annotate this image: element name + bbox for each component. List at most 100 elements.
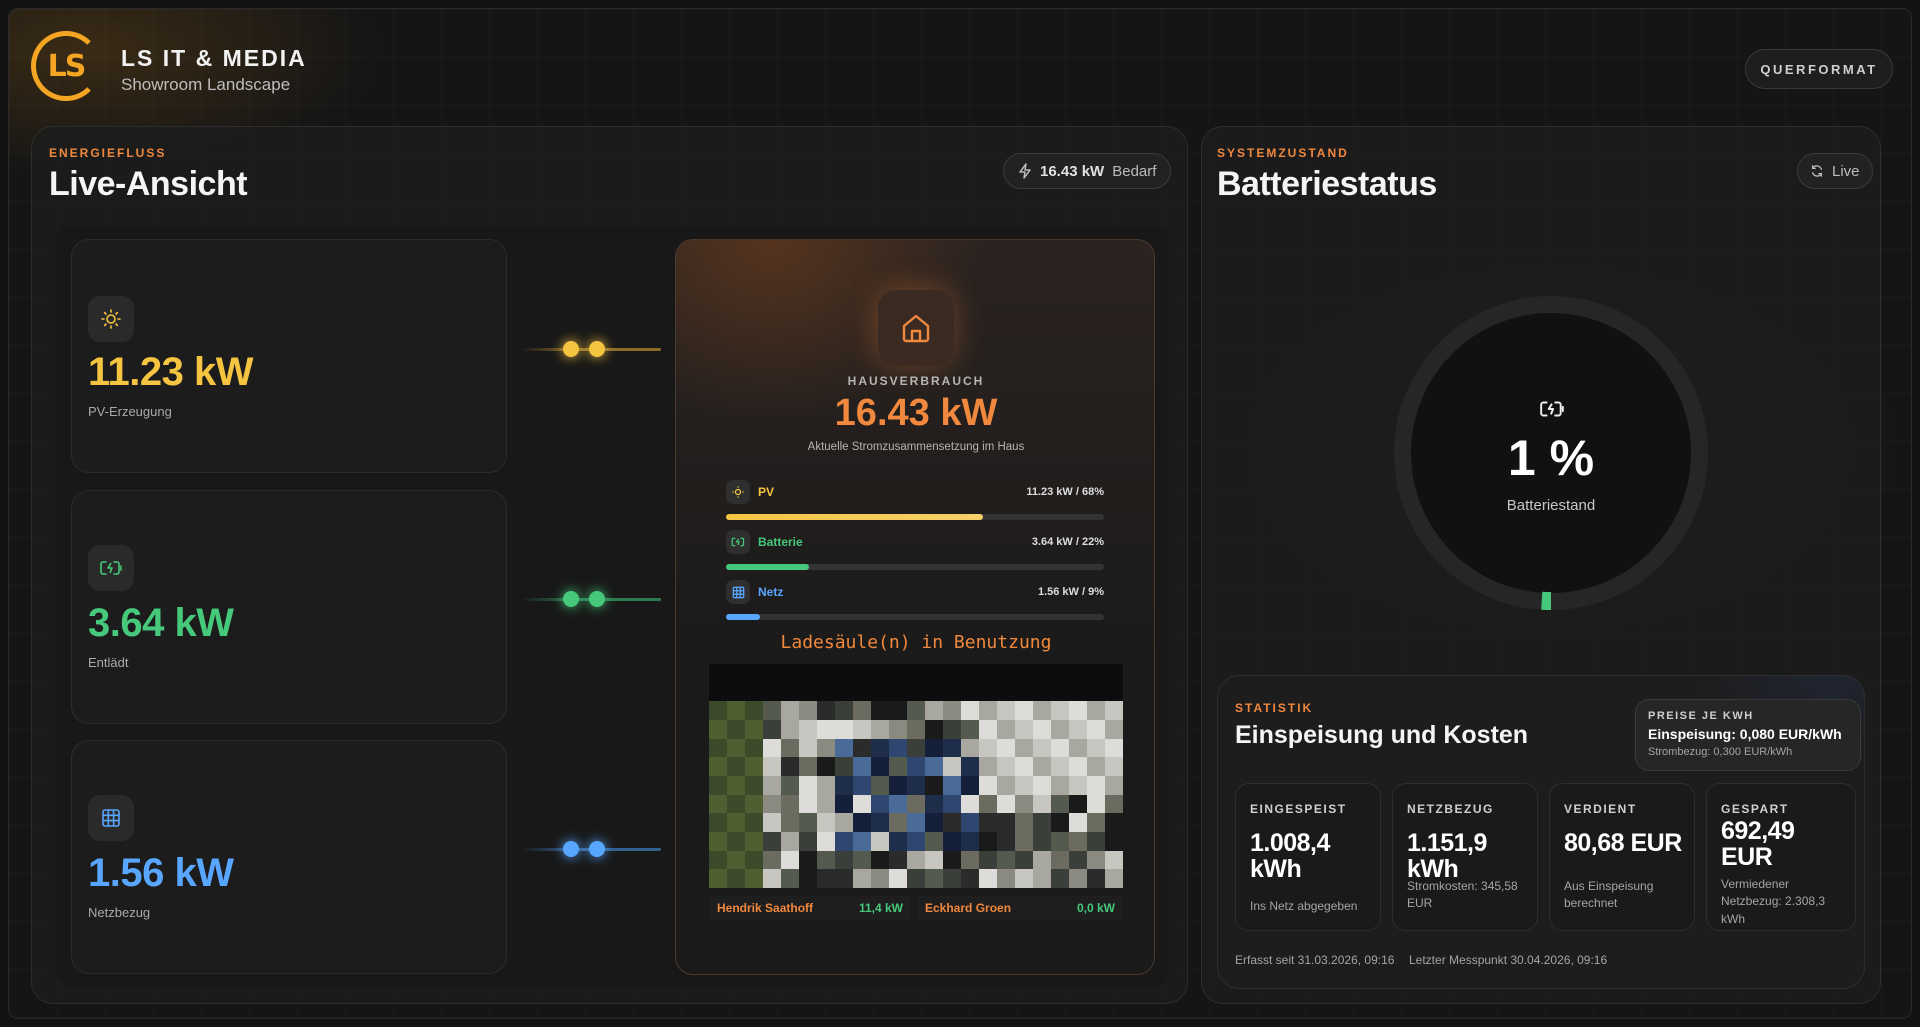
camera-pixel bbox=[889, 664, 907, 683]
camera-pixel bbox=[799, 813, 817, 832]
camera-pixel bbox=[997, 738, 1015, 758]
camera-pixel bbox=[979, 738, 997, 758]
camera-pixel bbox=[1033, 719, 1051, 739]
stat-value: 1.008,4 kWh bbox=[1250, 829, 1330, 884]
camera-pixel bbox=[979, 794, 997, 814]
camera-pixel bbox=[763, 775, 781, 795]
camera-pixel bbox=[871, 664, 889, 683]
live-label: Live bbox=[1832, 162, 1860, 180]
camera-pixel bbox=[763, 719, 781, 739]
camera-pixel bbox=[799, 719, 817, 739]
brand-name: LS IT & MEDIA bbox=[121, 45, 307, 71]
energy-eyebrow: ENERGIEFLUSS bbox=[49, 146, 167, 160]
camera-pixel bbox=[763, 813, 781, 832]
camera-pixel bbox=[961, 794, 979, 814]
stats-last: Letzter Messpunkt 30.04.2026, 09:16 bbox=[1409, 953, 1608, 967]
camera-pixel bbox=[979, 775, 997, 795]
camera-pixel bbox=[727, 831, 745, 851]
camera-pixel bbox=[1069, 813, 1087, 832]
price-draw: Strombezug: 0,300 EUR/kWh bbox=[1648, 746, 1793, 758]
camera-pixel bbox=[1105, 757, 1123, 776]
camera-pixel bbox=[961, 738, 979, 758]
camera-pixel bbox=[961, 813, 979, 832]
camera-pixel bbox=[889, 719, 907, 739]
camera-pixel bbox=[835, 664, 853, 683]
camera-pixel bbox=[817, 813, 835, 832]
camera-pixel bbox=[817, 719, 835, 739]
camera-pixel bbox=[727, 701, 745, 720]
stat-value: 80,68 EUR bbox=[1564, 829, 1682, 857]
camera-pixel bbox=[889, 682, 907, 702]
mix-bar-fill-pv bbox=[726, 514, 984, 520]
camera-pixel bbox=[817, 738, 835, 758]
camera-pixel bbox=[943, 850, 961, 870]
charger-name: Eckhard Groen bbox=[925, 901, 1012, 915]
camera-pixel bbox=[727, 682, 745, 702]
flow-dot bbox=[589, 591, 605, 607]
camera-pixel bbox=[781, 682, 799, 702]
camera-pixel bbox=[799, 794, 817, 814]
mix-name: Netz bbox=[758, 585, 784, 599]
price-box: PREISE JE KWH Einspeisung: 0,080 EUR/kWh… bbox=[1635, 699, 1861, 771]
camera-pixel bbox=[961, 682, 979, 702]
energy-title: Live-Ansicht bbox=[49, 165, 248, 203]
camera-pixel bbox=[835, 719, 853, 739]
camera-pixel bbox=[727, 850, 745, 870]
camera-pixel bbox=[925, 738, 943, 758]
camera-pixel bbox=[745, 869, 763, 888]
camera-pixel bbox=[979, 719, 997, 739]
grid-icon bbox=[726, 580, 750, 604]
camera-pixel bbox=[835, 850, 853, 870]
camera-pixel bbox=[1105, 701, 1123, 720]
camera-pixel bbox=[709, 831, 727, 851]
camera-pixel bbox=[979, 664, 997, 683]
camera-pixel bbox=[1051, 869, 1069, 888]
camera-pixel bbox=[763, 794, 781, 814]
mix-bar bbox=[726, 514, 1104, 520]
live-button[interactable]: Live bbox=[1797, 153, 1873, 189]
battery-charging-icon bbox=[88, 545, 134, 591]
camera-pixel bbox=[745, 757, 763, 776]
stats-since: Erfasst seit 31.03.2026, 09:16 bbox=[1235, 953, 1395, 967]
sun-icon bbox=[88, 296, 134, 342]
camera-pixel bbox=[763, 831, 781, 851]
camera-pixel bbox=[709, 664, 727, 683]
camera-pixel bbox=[943, 738, 961, 758]
camera-pixel bbox=[799, 757, 817, 776]
stat-label: GESPART bbox=[1721, 802, 1789, 816]
camera-pixel bbox=[727, 775, 745, 795]
camera-pixel bbox=[1033, 869, 1051, 888]
camera-pixel bbox=[997, 831, 1015, 851]
camera-pixel bbox=[871, 794, 889, 814]
camera-pixel bbox=[1087, 664, 1105, 683]
camera-pixel bbox=[1069, 869, 1087, 888]
camera-pixel bbox=[799, 682, 817, 702]
camera-pixel bbox=[1015, 701, 1033, 720]
brand-subtitle: Showroom Landscape bbox=[121, 75, 291, 94]
camera-pixel bbox=[709, 869, 727, 888]
camera-pixel bbox=[925, 701, 943, 720]
battery-charging-icon bbox=[726, 530, 750, 554]
camera-pixel bbox=[1033, 850, 1051, 870]
camera-pixel bbox=[799, 701, 817, 720]
camera-pixel bbox=[871, 813, 889, 832]
stat-label: EINGESPEIST bbox=[1250, 802, 1347, 816]
camera-pixel bbox=[745, 794, 763, 814]
camera-pixel bbox=[763, 757, 781, 776]
brand-logo: LS bbox=[31, 31, 101, 101]
camera-pixel bbox=[709, 813, 727, 832]
mix-value: 11.23 kW / 68% bbox=[1026, 486, 1104, 498]
camera-pixel bbox=[1051, 664, 1069, 683]
camera-pixel bbox=[871, 850, 889, 870]
camera-pixel bbox=[979, 757, 997, 776]
refresh-icon bbox=[1811, 165, 1823, 177]
camera-pixel bbox=[763, 701, 781, 720]
camera-pixel bbox=[979, 869, 997, 888]
camera-pixel bbox=[943, 775, 961, 795]
stat-desc: Aus Einspeisung berechnet bbox=[1564, 879, 1654, 911]
camera-pixel bbox=[925, 850, 943, 870]
orientation-button[interactable]: QUERFORMAT bbox=[1745, 49, 1893, 89]
source-card-pv: 11.23 kW PV-Erzeugung bbox=[71, 239, 507, 473]
camera-pixel bbox=[907, 757, 925, 776]
camera-pixel bbox=[799, 738, 817, 758]
